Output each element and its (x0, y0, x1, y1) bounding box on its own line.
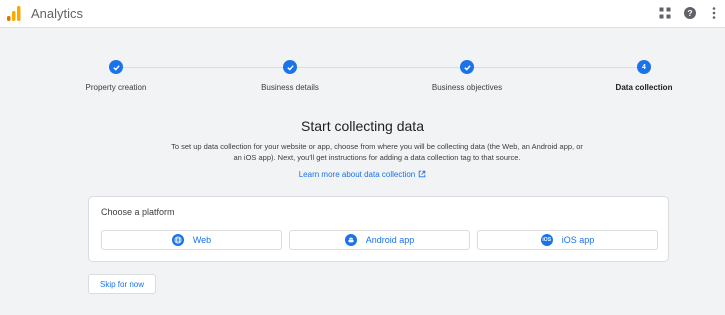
learn-more-link[interactable]: Learn more about data collection (0, 170, 725, 179)
apps-grid-icon[interactable] (658, 6, 672, 20)
app-title: Analytics (31, 6, 84, 21)
step-business-details: Business details (230, 60, 350, 92)
more-vert-icon[interactable] (707, 6, 721, 20)
step-number: 4 (642, 63, 646, 71)
web-platform-button[interactable]: Web (101, 230, 282, 250)
step-complete-check-icon (109, 60, 123, 74)
platform-button-label: Web (192, 235, 212, 245)
svg-text:?: ? (687, 8, 692, 18)
globe-icon (171, 234, 184, 246)
platform-card: Choose a platform Web Android app iOS iO… (88, 196, 669, 262)
step-complete-check-icon (283, 60, 297, 74)
open-in-new-icon (419, 170, 426, 178)
step-data-collection: 4 Data collection (584, 60, 704, 92)
skip-for-now-button[interactable]: Skip for now (88, 274, 156, 294)
platform-button-label: Android app (365, 235, 415, 245)
help-icon[interactable]: ? (683, 6, 697, 20)
page-description: To set up data collection for your websi… (171, 142, 583, 162)
ios-icon-text: iOS (542, 237, 552, 243)
step-label: Business details (261, 83, 319, 92)
analytics-logo-icon[interactable] (7, 6, 21, 21)
ios-icon: iOS (540, 234, 553, 246)
page-heading: Start collecting data (301, 118, 424, 134)
step-label-current: Data collection (615, 83, 673, 92)
learn-more-link-text[interactable]: Learn more about data collection (299, 170, 416, 179)
skip-button-label: Skip for now (99, 279, 145, 289)
step-label: Property creation (85, 83, 147, 92)
top-app-bar: Analytics ? (0, 0, 725, 28)
step-label: Business objectives (431, 83, 503, 92)
step-business-objectives: Business objectives (407, 60, 527, 92)
platform-button-label: iOS app (561, 235, 595, 245)
android-platform-button[interactable]: Android app (289, 230, 470, 250)
step-complete-check-icon (460, 60, 474, 74)
ios-platform-button[interactable]: iOS iOS app (477, 230, 658, 250)
android-icon (344, 234, 357, 246)
step-number-badge: 4 (637, 60, 651, 74)
platform-card-title: Choose a platform (101, 207, 175, 217)
step-property-creation: Property creation (56, 60, 176, 92)
